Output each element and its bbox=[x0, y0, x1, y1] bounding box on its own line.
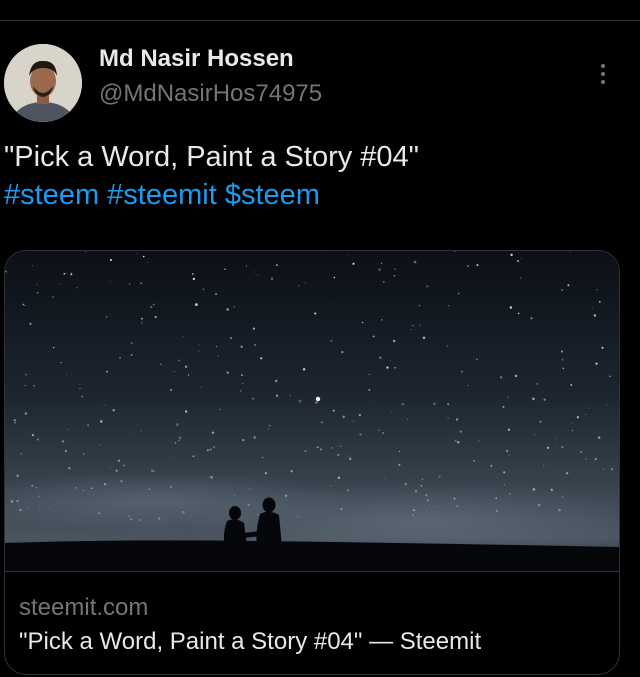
link-preview-card[interactable]: steemit.com "Pick a Word, Paint a Story … bbox=[4, 250, 620, 675]
tweet-text: "Pick a Word, Paint a Story #04" bbox=[4, 141, 419, 173]
link-preview-title: "Pick a Word, Paint a Story #04" — Steem… bbox=[19, 628, 482, 655]
more-vertical-icon-dot-2 bbox=[601, 72, 605, 76]
link-preview-domain: steemit.com bbox=[19, 594, 149, 621]
top-divider bbox=[0, 20, 640, 21]
author-display-name[interactable]: Md Nasir Hossen bbox=[99, 45, 294, 73]
author-handle[interactable]: @MdNasirHos74975 bbox=[99, 80, 322, 108]
more-vertical-icon bbox=[601, 64, 605, 68]
hashtag-line: #steem #steemit $steem bbox=[4, 176, 320, 214]
hashtag-steem[interactable]: #steem bbox=[4, 179, 99, 211]
more-vertical-icon-dot-3 bbox=[601, 80, 605, 84]
avatar-photo bbox=[4, 44, 82, 122]
more-options-button[interactable] bbox=[592, 60, 614, 88]
cashtag-steem[interactable]: $steem bbox=[225, 179, 320, 211]
link-preview-footer: steemit.com "Pick a Word, Paint a Story … bbox=[5, 571, 619, 674]
hashtag-steemit[interactable]: #steemit bbox=[107, 179, 217, 211]
link-preview-image bbox=[5, 251, 619, 571]
avatar[interactable] bbox=[4, 44, 82, 122]
